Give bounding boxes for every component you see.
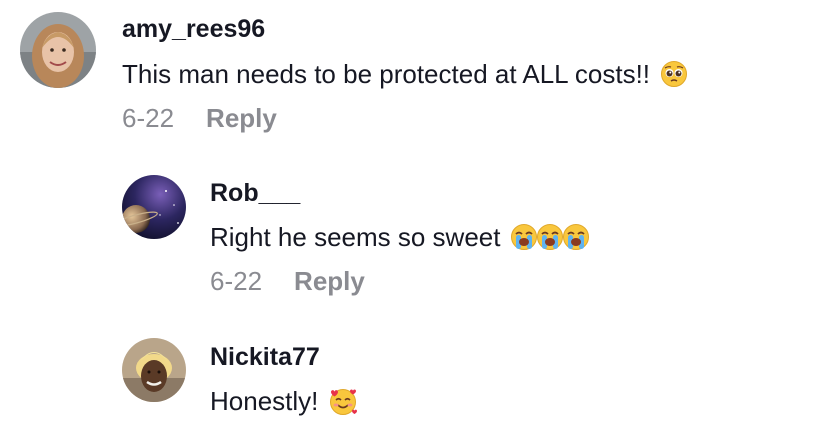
loudly-crying-face-icon xyxy=(510,223,590,251)
avatar-rob[interactable] xyxy=(122,175,186,239)
comment-date: 6-22 xyxy=(210,265,263,296)
smiling-face-with-hearts-icon xyxy=(328,386,358,416)
comment-text-body: Honestly! xyxy=(210,385,319,416)
comment-text: Honestly! xyxy=(210,383,358,419)
reply-button[interactable]: Reply xyxy=(206,103,277,134)
comment-username[interactable]: Rob___ xyxy=(210,179,300,208)
comment-meta: 6-22 Reply xyxy=(122,100,277,136)
comment-text-body: Right he seems so sweet xyxy=(210,221,501,252)
avatar-nickita77[interactable] xyxy=(122,338,186,402)
comment-text: Right he seems so sweet xyxy=(210,219,590,255)
comment-date: 6-22 xyxy=(122,102,175,133)
reply-button[interactable]: Reply xyxy=(294,266,365,297)
comment-meta: 6-22 Reply xyxy=(210,263,365,299)
avatar-amy-rees96[interactable] xyxy=(20,12,96,88)
comment-text-body: This man needs to be protected at ALL co… xyxy=(122,58,651,89)
comment-text: This man needs to be protected at ALL co… xyxy=(122,56,688,92)
comment-username[interactable]: amy_rees96 xyxy=(122,15,265,44)
pleading-face-icon xyxy=(660,60,688,88)
comment-username[interactable]: Nickita77 xyxy=(210,343,320,372)
